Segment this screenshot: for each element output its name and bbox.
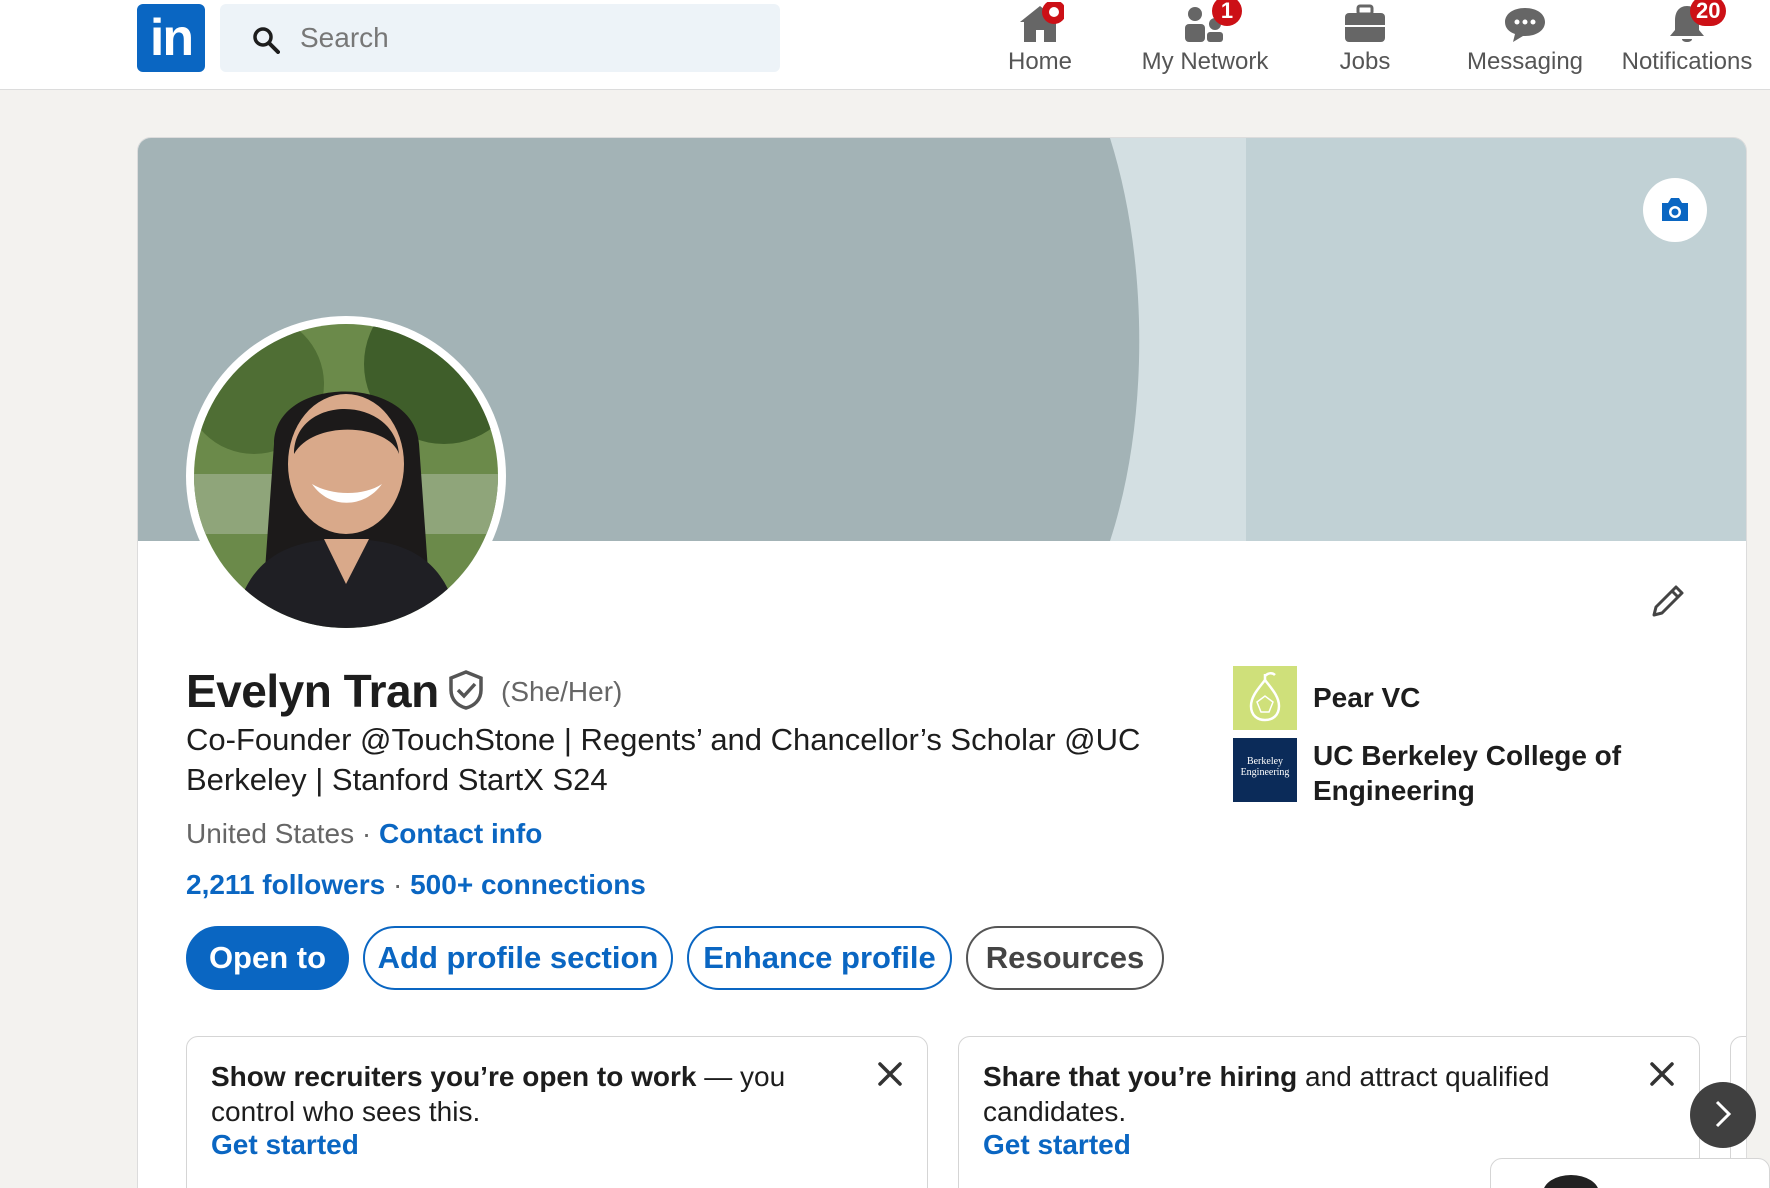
enhance-profile-button[interactable]: Enhance profile <box>687 926 952 990</box>
org-pear-vc[interactable]: Pear VC <box>1233 666 1693 730</box>
followers-link[interactable]: 2,211 followers <box>186 869 385 900</box>
verified-shield-icon[interactable] <box>448 670 484 710</box>
open-to-work-suggestion: Show recruiters you’re open to work — yo… <box>186 1036 928 1188</box>
profile-location: United States <box>186 818 355 849</box>
carousel-next-button[interactable] <box>1690 1082 1756 1148</box>
search-input[interactable] <box>300 18 760 58</box>
profile-card: Evelyn Tran (She/Her) Co-Founder @TouchS… <box>137 137 1747 1188</box>
nav-jobs-label: Jobs <box>1339 48 1391 75</box>
edit-intro-button[interactable] <box>1648 581 1688 626</box>
location-row: United States · Contact info <box>186 818 542 850</box>
profile-pronouns: (She/Her) <box>501 676 623 707</box>
add-profile-section-button[interactable]: Add profile section <box>363 926 673 990</box>
search-box[interactable] <box>220 4 780 72</box>
get-started-link[interactable]: Get started <box>211 1129 359 1161</box>
nav-home-label: Home <box>1007 48 1073 75</box>
search-icon <box>253 27 280 54</box>
suggestion-text: Share that you’re hiring and attract qua… <box>983 1059 1603 1129</box>
top-navigation-bar: in Home 1 My Network <box>0 0 1770 90</box>
close-icon[interactable] <box>1649 1061 1675 1087</box>
nav-jobs[interactable]: Jobs <box>1300 0 1430 90</box>
close-icon[interactable] <box>877 1061 903 1087</box>
edit-banner-button[interactable] <box>1643 178 1707 242</box>
org-uc-berkeley-engineering[interactable]: Berkeley Engineering UC Berkeley College… <box>1233 738 1693 808</box>
network-stats-row: 2,211 followers · 500+ connections <box>186 869 646 901</box>
avatar[interactable] <box>194 324 498 628</box>
nav-my-network-label: My Network <box>1141 48 1269 75</box>
pear-vc-logo <box>1233 666 1297 730</box>
profile-photo-frame[interactable] <box>186 316 506 636</box>
nav-notifications[interactable]: 20 Notifications <box>1612 0 1762 90</box>
nav-messaging-label: Messaging <box>1466 48 1584 75</box>
nav-messaging[interactable]: Messaging <box>1455 0 1595 90</box>
suggestion-text: Show recruiters you’re open to work — yo… <box>211 1059 811 1129</box>
nav-my-network[interactable]: 1 My Network <box>1130 0 1280 90</box>
message-icon <box>1505 8 1545 42</box>
berkeley-engineering-logo: Berkeley Engineering <box>1233 738 1297 802</box>
pencil-icon <box>1652 585 1684 617</box>
notifications-badge: 20 <box>1690 0 1727 26</box>
linkedin-logo[interactable]: in <box>137 4 205 72</box>
suggestion-bold-text: Show recruiters you’re open to work <box>211 1061 697 1092</box>
contact-info-link[interactable]: Contact info <box>379 818 542 849</box>
connections-link[interactable]: 500+ connections <box>410 869 646 900</box>
profile-headline: Co-Founder @TouchStone | Regents’ and Ch… <box>186 722 1141 797</box>
location-separator: · <box>354 818 379 849</box>
open-to-button[interactable]: Open to <box>186 926 349 990</box>
messaging-overlay-card[interactable] <box>1490 1158 1770 1188</box>
avatar <box>1544 1175 1598 1188</box>
org-uc-berkeley-name: UC Berkeley College of Engineering <box>1313 740 1622 806</box>
network-badge: 1 <box>1212 0 1242 26</box>
briefcase-icon <box>1345 4 1385 42</box>
profile-photo <box>194 324 498 628</box>
get-started-link[interactable]: Get started <box>983 1129 1131 1161</box>
nav-home[interactable]: Home <box>985 0 1095 90</box>
stats-separator: · <box>385 869 411 900</box>
resources-button[interactable]: Resources <box>966 926 1164 990</box>
profile-name: Evelyn Tran <box>186 665 439 717</box>
chevron-right-icon <box>1715 1100 1732 1128</box>
home-icon <box>1020 2 1064 42</box>
nav-notifications-label: Notifications <box>1621 48 1753 75</box>
org-pear-vc-name: Pear VC <box>1313 682 1421 713</box>
suggestion-bold-text: Share that you’re hiring <box>983 1061 1298 1092</box>
camera-icon <box>1662 198 1688 221</box>
